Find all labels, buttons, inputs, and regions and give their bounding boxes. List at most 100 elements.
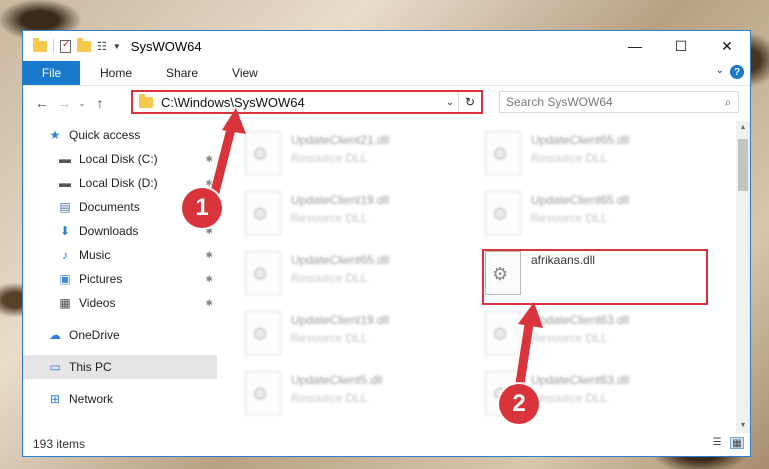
drive-icon: ▬ xyxy=(59,176,71,190)
sidebar-item-label: This PC xyxy=(69,360,112,374)
sidebar-item-network[interactable]: ⊞ Network xyxy=(23,387,217,411)
file-tile[interactable]: UpdateClient19.dll Resource DLL xyxy=(245,187,475,241)
close-button[interactable]: ✕ xyxy=(704,31,750,61)
recent-locations-button[interactable]: ⌄ xyxy=(75,99,89,108)
sidebar-item-quick-access[interactable]: ★ Quick access xyxy=(23,123,217,147)
sidebar-item-label: Network xyxy=(69,392,114,406)
tab-share[interactable]: Share xyxy=(152,61,212,85)
navigation-pane: ★ Quick access ▬ Local Disk (C:) ✱ ▬ Local Dis… xyxy=(23,123,217,423)
file-name: UpdateClient65.dll xyxy=(291,253,390,267)
sidebar-item-videos[interactable]: ▦ Videos ✱ xyxy=(23,291,217,315)
forward-button[interactable]: → xyxy=(53,95,75,111)
step-1-badge: 1 xyxy=(182,188,222,228)
file-tile[interactable]: UpdateClient65.dll Resource DLL xyxy=(245,247,475,301)
sidebar-item-label: OneDrive xyxy=(69,328,120,342)
tiles-view-icon[interactable]: ▦ xyxy=(730,437,744,449)
file-type: Resource DLL xyxy=(531,151,608,165)
pin-icon[interactable]: ✱ xyxy=(205,274,213,285)
file-info: UpdateClient21.dll Resource DLL xyxy=(291,133,389,181)
scroll-down-arrow-icon[interactable]: ▼ xyxy=(736,419,750,433)
sidebar-item-onedrive[interactable]: ☁ OneDrive xyxy=(23,323,217,347)
sidebar-item-this-pc[interactable]: ▭ This PC xyxy=(23,355,217,379)
details-view-icon[interactable]: ☰ xyxy=(710,437,724,449)
dll-file-icon xyxy=(245,251,281,295)
new-folder-icon[interactable] xyxy=(77,37,91,52)
customize-list-icon[interactable]: ☷ xyxy=(97,40,107,53)
properties-icon[interactable] xyxy=(60,39,71,53)
pin-icon[interactable]: ✱ xyxy=(205,154,213,165)
sidebar-item-local-disk-d[interactable]: ▬ Local Disk (D:) ✱ xyxy=(23,171,217,195)
pictures-icon: ▣ xyxy=(59,272,71,286)
target-file-highlight xyxy=(482,249,708,305)
search-box[interactable]: Search SysWOW64 ⌕ xyxy=(499,91,739,113)
folder-icon xyxy=(139,93,153,108)
help-icon[interactable]: ? xyxy=(730,65,744,79)
file-tile[interactable]: UpdateClient65.dll Resource DLL xyxy=(485,127,715,181)
videos-icon: ▦ xyxy=(59,296,71,310)
file-name: UpdateClient21.dll xyxy=(291,133,390,147)
toolbar-divider xyxy=(53,39,54,53)
step-2-badge: 2 xyxy=(499,384,539,424)
file-info: UpdateClient5.dll Resource DLL xyxy=(291,373,382,421)
address-bar[interactable]: C:\Windows\SysWOW64 ⌄ ↻ xyxy=(131,90,483,114)
ribbon-tabs: File Home Share View ⌄ ? xyxy=(23,61,750,86)
sidebar-item-local-disk-c[interactable]: ▬ Local Disk (C:) ✱ xyxy=(23,147,217,171)
file-type: Resource DLL xyxy=(291,391,368,405)
customize-toolbar-caret-icon[interactable]: ▼ xyxy=(113,42,121,51)
network-icon: ⊞ xyxy=(49,392,61,406)
maximize-button[interactable]: ☐ xyxy=(658,31,704,61)
file-info: UpdateClient63.dll Resource DLL xyxy=(531,373,629,421)
back-button[interactable]: ← xyxy=(31,95,53,111)
item-count: 193 items xyxy=(33,437,86,451)
address-history-dropdown-icon[interactable]: ⌄ xyxy=(442,97,458,108)
navigation-bar: ← → ⌄ ↑ C:\Windows\SysWOW64 ⌄ ↻ Search S… xyxy=(23,86,750,120)
file-explorer-window: ☷ ▼ SysWOW64 — ☐ ✕ File Home Share View … xyxy=(22,30,751,457)
dll-file-icon xyxy=(245,371,281,415)
title-bar: ☷ ▼ SysWOW64 — ☐ ✕ xyxy=(23,31,750,61)
tab-view[interactable]: View xyxy=(218,61,272,85)
file-tile[interactable]: UpdateClient65.dll Resource DLL xyxy=(485,187,715,241)
file-tile[interactable]: UpdateClient63.dll Resource DLL xyxy=(485,307,715,361)
sidebar-item-music[interactable]: ♪ Music ✱ xyxy=(23,243,217,267)
sidebar-item-label: Music xyxy=(79,248,111,262)
pin-icon[interactable]: ✱ xyxy=(205,298,213,309)
search-input[interactable]: Search SysWOW64 xyxy=(506,95,718,109)
scrollbar-thumb[interactable] xyxy=(738,139,748,191)
file-name: UpdateClient5.dll xyxy=(291,373,383,387)
pin-icon[interactable]: ✱ xyxy=(205,178,213,189)
up-button[interactable]: ↑ xyxy=(89,95,111,111)
sidebar-item-pictures[interactable]: ▣ Pictures ✱ xyxy=(23,267,217,291)
refresh-button[interactable]: ↻ xyxy=(458,92,481,112)
dll-file-icon xyxy=(485,311,521,355)
file-tab[interactable]: File xyxy=(23,61,80,85)
dll-file-icon xyxy=(245,131,281,175)
sidebar-item-label: Videos xyxy=(79,296,116,310)
computer-icon: ▭ xyxy=(49,360,61,374)
folder-icon[interactable] xyxy=(33,37,47,52)
status-bar: 193 items ☰ ▦ xyxy=(23,432,750,456)
file-type: Resource DLL xyxy=(291,331,368,345)
file-name: UpdateClient19.dll xyxy=(291,193,390,207)
music-icon: ♪ xyxy=(62,248,68,262)
pin-icon[interactable]: ✱ xyxy=(205,250,213,261)
file-name: UpdateClient63.dll xyxy=(531,313,630,327)
view-switcher: ☰ ▦ xyxy=(710,437,744,449)
file-tile[interactable]: UpdateClient5.dll Resource DLL xyxy=(245,367,475,421)
drive-icon: ▬ xyxy=(59,152,71,166)
dll-file-icon xyxy=(485,131,521,175)
file-tile[interactable]: UpdateClient19.dll Resource DLL xyxy=(245,307,475,361)
sidebar-item-label: Quick access xyxy=(69,128,141,142)
minimize-button[interactable]: — xyxy=(612,31,658,61)
tab-home[interactable]: Home xyxy=(86,61,146,85)
file-type: Resource DLL xyxy=(291,271,368,285)
file-info: UpdateClient63.dll Resource DLL xyxy=(531,313,629,361)
file-name: UpdateClient63.dll xyxy=(531,373,630,387)
scroll-up-arrow-icon[interactable]: ▲ xyxy=(736,121,750,135)
file-type: Resource DLL xyxy=(531,391,608,405)
address-path[interactable]: C:\Windows\SysWOW64 xyxy=(161,95,442,110)
file-info: UpdateClient65.dll Resource DLL xyxy=(291,253,389,301)
vertical-scrollbar[interactable]: ▲ ▼ xyxy=(736,121,750,433)
search-icon[interactable]: ⌕ xyxy=(718,95,738,110)
file-tile[interactable]: UpdateClient21.dll Resource DLL xyxy=(245,127,475,181)
expand-ribbon-chevron-icon[interactable]: ⌄ xyxy=(716,65,724,76)
